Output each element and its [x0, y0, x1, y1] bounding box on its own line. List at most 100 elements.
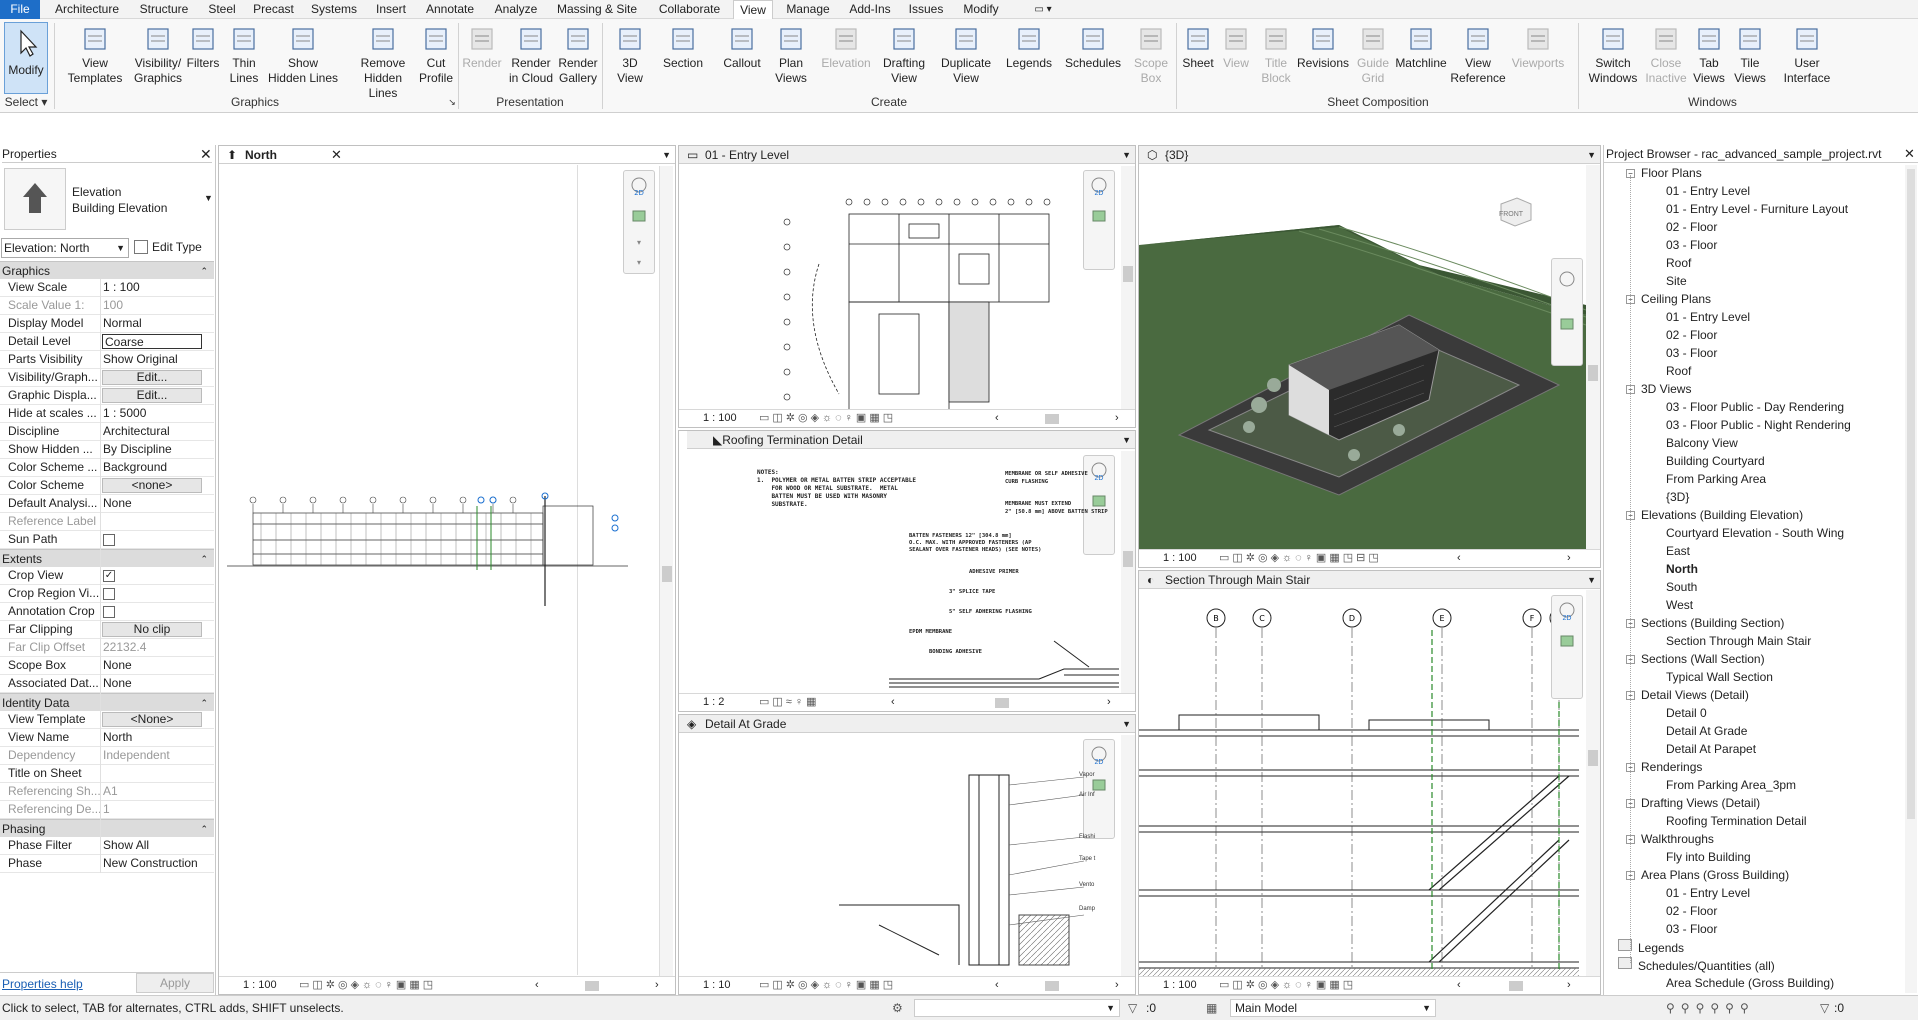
- property-row[interactable]: Phase New Construction: [0, 855, 214, 873]
- property-value[interactable]: North: [103, 730, 205, 744]
- checkbox[interactable]: [103, 605, 115, 618]
- vertical-scrollbar[interactable]: [659, 166, 673, 976]
- property-row[interactable]: Reference Label: [0, 513, 214, 531]
- browser-view-item[interactable]: From Parking Area_3pm: [1666, 777, 1796, 793]
- property-value[interactable]: 22132.4: [103, 640, 205, 654]
- render-gallery-button[interactable]: Render Gallery: [556, 22, 600, 86]
- matchline-button[interactable]: Matchline: [1394, 22, 1448, 71]
- property-edit-button[interactable]: Edit...: [102, 370, 202, 385]
- browser-view-item[interactable]: Typical Wall Section: [1666, 669, 1773, 685]
- view-control-bar[interactable]: 1 : 10 ▭◫✲◎◈☼◌♀▣▦◳ ‹ ›: [679, 976, 1135, 994]
- selection-settings-icons[interactable]: ⚲⚲⚲⚲⚲⚲: [1666, 996, 1755, 1020]
- navigation-bar[interactable]: 2D ▾ ▾: [623, 170, 655, 274]
- property-value[interactable]: 1 : 5000: [103, 406, 205, 420]
- browser-view-item[interactable]: Section Through Main Stair: [1666, 633, 1811, 649]
- browser-category[interactable]: − Sections (Wall Section): [1626, 651, 1765, 667]
- revisions-button[interactable]: Revisions: [1296, 22, 1350, 71]
- navigation-bar[interactable]: 2D: [1551, 595, 1583, 699]
- menu-modify[interactable]: Modify: [956, 0, 1006, 19]
- browser-view-item[interactable]: Detail 0: [1666, 705, 1707, 721]
- view-menu-chevron-down-icon[interactable]: ▼: [1122, 146, 1131, 164]
- property-edit-button[interactable]: <none>: [102, 478, 202, 493]
- menu-massing-site[interactable]: Massing & Site: [552, 0, 642, 19]
- property-value[interactable]: 1: [103, 802, 205, 816]
- view-menu-chevron-down-icon[interactable]: ▼: [1587, 146, 1596, 164]
- menu-analyze[interactable]: Analyze: [490, 0, 542, 19]
- browser-category[interactable]: − Elevations (Building Elevation): [1626, 507, 1803, 523]
- browser-category[interactable]: − Drafting Views (Detail): [1626, 795, 1760, 811]
- view-entry-level[interactable]: ▭ 01 - Entry Level ▼ 2D 1 : 100 ▭◫✲◎◈☼◌♀▣▦◳…: [678, 145, 1136, 428]
- checkbox[interactable]: [103, 587, 115, 600]
- property-value[interactable]: 100: [103, 298, 205, 312]
- close-icon[interactable]: ✕: [200, 145, 214, 163]
- collapse-chevron-up-icon[interactable]: ⌃: [200, 262, 208, 280]
- browser-category[interactable]: − Floor Plans: [1626, 165, 1702, 181]
- close-icon[interactable]: ✕: [1904, 145, 1915, 163]
- browser-view-item[interactable]: 02 - Floor: [1666, 327, 1717, 343]
- navigation-bar[interactable]: [1551, 258, 1583, 366]
- view-north[interactable]: ⬆ North ✕ ▼ 2D ▾ ▾ 1 : 100 ▭◫✲◎◈☼◌♀▣▦◳ ‹ ›: [218, 145, 676, 995]
- browser-view-item[interactable]: Detail At Parapet: [1666, 741, 1756, 757]
- switch-windows-button[interactable]: Switch Windows: [1586, 22, 1640, 86]
- remove-hidden-lines-button[interactable]: Remove Hidden Lines: [350, 22, 416, 101]
- property-row[interactable]: Scale Value 1: 100: [0, 297, 214, 315]
- plan-views-button[interactable]: Plan Views: [766, 22, 816, 86]
- browser-view-item[interactable]: {3D}: [1666, 489, 1689, 505]
- property-edit-button[interactable]: No clip: [102, 622, 202, 637]
- menu-add-ins[interactable]: Add-Ins: [844, 0, 896, 19]
- property-edit-button[interactable]: <None>: [102, 712, 202, 727]
- property-row[interactable]: View Template <None>: [0, 711, 214, 729]
- vertical-scrollbar[interactable]: [1905, 165, 1917, 993]
- browser-view-item[interactable]: Courtyard Elevation - South Wing: [1666, 525, 1844, 541]
- browser-category[interactable]: − Ceiling Plans: [1626, 291, 1711, 307]
- design-options-icon[interactable]: ▦: [1206, 996, 1217, 1020]
- browser-view-item[interactable]: 01 - Entry Level: [1666, 183, 1750, 199]
- cut-profile-button[interactable]: Cut Profile: [414, 22, 458, 86]
- property-row[interactable]: Associated Dat... None: [0, 675, 214, 693]
- view-control-bar[interactable]: 1 : 100 ▭◫✲◎◈☼◌♀▣▦◳ ‹ ›: [679, 409, 1135, 427]
- render-in-cloud-button[interactable]: Render in Cloud: [506, 22, 556, 86]
- browser-view-item[interactable]: Detail At Grade: [1666, 723, 1747, 739]
- view-control-bar[interactable]: 1 : 100 ▭◫✲◎◈☼◌♀▣▦◳ ‹ ›: [1139, 976, 1600, 994]
- property-value[interactable]: Coarse: [102, 334, 202, 349]
- section-extents[interactable]: Extents ⌃: [0, 549, 214, 567]
- browser-view-item[interactable]: South: [1666, 579, 1697, 595]
- filters-button[interactable]: Filters: [184, 22, 222, 71]
- browser-view-item[interactable]: Site: [1666, 273, 1687, 289]
- viewports-button[interactable]: Viewports: [1506, 22, 1570, 71]
- menu-insert[interactable]: Insert: [372, 0, 410, 19]
- property-row[interactable]: Color Scheme ... Background: [0, 459, 214, 477]
- property-row[interactable]: Graphic Displa... Edit...: [0, 387, 214, 405]
- close-inactive-button[interactable]: Close Inactive: [1644, 22, 1688, 86]
- property-row[interactable]: Scope Box None: [0, 657, 214, 675]
- view-scale[interactable]: 1 : 10: [703, 977, 731, 994]
- scope-box-button[interactable]: Scope Box: [1130, 22, 1172, 86]
- tile-views-button[interactable]: Tile Views: [1730, 22, 1770, 86]
- scroll-right-icon[interactable]: ›: [655, 977, 659, 994]
- schedules-button[interactable]: Schedules: [1062, 22, 1124, 71]
- browser-view-item[interactable]: Fly into Building: [1666, 849, 1751, 865]
- browser-category[interactable]: − Renderings: [1626, 759, 1702, 775]
- view-control-bar[interactable]: 1 : 2 ▭◫≈♀▦ ‹ ›: [679, 693, 1135, 711]
- browser-view-item[interactable]: 03 - Floor: [1666, 921, 1717, 937]
- select-dropdown[interactable]: Select ▾: [0, 94, 52, 111]
- show-hidden-lines-button[interactable]: Show Hidden Lines: [262, 22, 344, 86]
- property-row[interactable]: Hide at scales ... 1 : 5000: [0, 405, 214, 423]
- property-row[interactable]: Dependency Independent: [0, 747, 214, 765]
- browser-view-item[interactable]: Balcony View: [1666, 435, 1738, 451]
- view-reference-button[interactable]: View Reference: [1450, 22, 1506, 86]
- view-control-icons[interactable]: ▭◫✲◎◈☼◌♀▣▦◳: [299, 977, 436, 994]
- view-detail-at-grade[interactable]: ◈ Detail At Grade ▼ 2D Vapor Air Inf Flashi T…: [678, 714, 1136, 995]
- property-value[interactable]: Show Original: [103, 352, 205, 366]
- view-control-icons[interactable]: ▭◫≈♀▦: [759, 694, 819, 711]
- browser-view-item[interactable]: 03 - Floor: [1666, 345, 1717, 361]
- property-row[interactable]: Detail Level Coarse: [0, 333, 214, 351]
- menu-collaborate[interactable]: Collaborate: [652, 0, 727, 19]
- property-row[interactable]: Show Hidden ... By Discipline: [0, 441, 214, 459]
- property-row[interactable]: Annotation Crop: [0, 603, 214, 621]
- menu-annotate[interactable]: Annotate: [420, 0, 480, 19]
- scroll-left-icon[interactable]: ‹: [535, 977, 539, 994]
- property-row[interactable]: Referencing Sh... A1: [0, 783, 214, 801]
- section-graphics[interactable]: Graphics ⌃: [0, 261, 214, 279]
- property-value[interactable]: Normal: [103, 316, 205, 330]
